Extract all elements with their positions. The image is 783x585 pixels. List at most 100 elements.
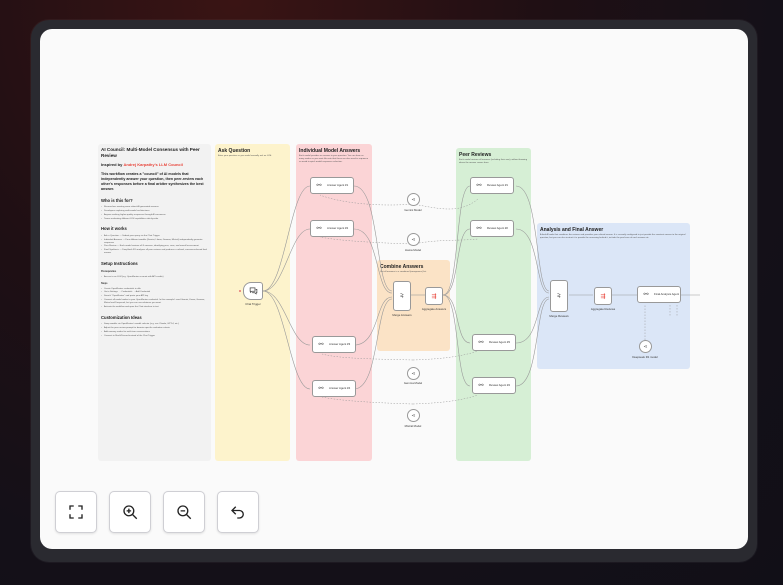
review-agent-1-node[interactable]: ⚯ Review Agent #1	[470, 177, 514, 194]
node-label: Answer Agent #3	[329, 341, 351, 346]
intro-text: AI Council: Multi-Model Consensus with P…	[101, 147, 209, 339]
list-item: Peer Review — Each model reviews all 4 a…	[101, 245, 209, 248]
inspired-prefix: Inspired by	[101, 161, 124, 167]
share-icon: ⋖	[643, 343, 648, 350]
prereq-label: Prerequisites	[101, 270, 117, 274]
list-item: Go to Settings → Credentials → Add Crede…	[101, 291, 209, 294]
list-item: Individual Answers — Four different mode…	[101, 239, 209, 245]
who-list: Researchers wanting more robust AI-gener…	[101, 206, 209, 220]
model-label: Mistral Model	[404, 424, 422, 428]
share-icon: ⋖	[411, 236, 416, 243]
node-label: Answer Agent #2	[327, 225, 349, 230]
zoom-out-button[interactable]	[163, 491, 205, 533]
fit-view-button[interactable]	[55, 491, 97, 533]
list-item: Anyone seeking higher-quality responses …	[101, 214, 209, 217]
link-icon: ⚯	[316, 183, 322, 189]
final-analysis-agent-node[interactable]: ⚯ Final Analysis Agent	[637, 286, 681, 303]
merge-reviews-node[interactable]: ⥸	[550, 280, 568, 312]
link-icon: ⚯	[478, 383, 484, 389]
aggregate-reviews-node[interactable]: ⇶	[594, 287, 612, 305]
answer-agent-3-node[interactable]: ⚯ Answer Agent #3	[312, 336, 356, 353]
model-label: Gemma Model	[403, 381, 423, 385]
list-item: Developers exploring multi-model archite…	[101, 210, 209, 213]
merge-icon: ⥸	[557, 292, 561, 299]
link-icon: ⚯	[643, 292, 649, 298]
list-item: Create OpenRouter credentials in n8n	[101, 288, 209, 291]
note-title: Analysis and Final Answer	[540, 227, 604, 233]
list-item: Adjust the peer review prompt for domain…	[101, 327, 209, 330]
gemma-model-node[interactable]: ⋖	[407, 367, 420, 380]
list-item: Swap models via OpenRouter's model selec…	[101, 323, 209, 326]
workflow-canvas[interactable]: Ask Question Enter your question as you …	[40, 29, 748, 549]
reset-zoom-button[interactable]	[217, 491, 259, 533]
node-label: Final Analysis Agent	[654, 291, 680, 296]
fit-view-icon	[69, 505, 83, 519]
zoom-in-button[interactable]	[109, 491, 151, 533]
list-item: Final Synthesis — DeepSeek R1 analyzes a…	[101, 249, 209, 255]
list-item: Connect to Slack/Discord instead of the …	[101, 335, 209, 338]
answer-agent-4-node[interactable]: ⚯ Answer Agent #4	[312, 380, 356, 397]
review-agent-2-node[interactable]: ⚯ Review Agent #2	[470, 220, 514, 237]
gemini-model-node[interactable]: ⋖	[407, 193, 420, 206]
share-icon: ⋖	[411, 370, 416, 377]
aggregate-reviews-label: Aggregate Reviews	[590, 307, 616, 311]
node-label: Answer Agent #4	[329, 385, 351, 390]
custom-list: Swap models via OpenRouter's model selec…	[101, 323, 209, 337]
steps-list: Create OpenRouter credentials in n8n Go …	[101, 288, 209, 309]
review-agent-3-node[interactable]: ⚯ Review Agent #3	[472, 334, 516, 351]
prereq-list: Access to an LLM (e.g. OpenRouter accoun…	[101, 276, 209, 279]
chat-trigger-node[interactable]	[243, 282, 263, 300]
chat-trigger-label: Chat Trigger	[245, 302, 261, 306]
inspired-link[interactable]: Andrej Karpathy's LLM Council	[123, 162, 182, 167]
how-heading: How it works	[101, 226, 127, 232]
share-icon: ⋖	[411, 412, 416, 419]
mistral-model-node[interactable]: ⋖	[407, 409, 420, 422]
merge-reviews-label: Merge Reviews	[549, 314, 569, 318]
list-item: Connect all model nodes to your OpenRout…	[101, 299, 209, 305]
answer-agent-2-node[interactable]: ⚯ Answer Agent #2	[310, 220, 354, 237]
note-desc: Each model provides an answer to your qu…	[299, 155, 369, 163]
merge-answers-node[interactable]: ⥸	[393, 281, 411, 311]
aggregate-answers-label: Aggregate Answers	[421, 307, 447, 311]
link-icon: ⚯	[478, 340, 484, 346]
note-title: Ask Question	[218, 148, 251, 154]
list-item: Activate the workflow and open the Chat …	[101, 306, 209, 309]
link-icon: ⚯	[316, 226, 322, 232]
link-icon: ⚯	[318, 386, 324, 392]
merge-icon: ⥸	[400, 292, 404, 299]
link-icon: ⚯	[476, 226, 482, 232]
undo-icon	[231, 506, 244, 519]
llama-model-node[interactable]: ⋖	[407, 233, 420, 246]
aggregate-answers-node[interactable]: ⇶	[425, 287, 443, 305]
inspired-line: Inspired by Andrej Karpathy's LLM Counci…	[101, 162, 209, 167]
answer-agent-1-node[interactable]: ⚯ Answer Agent #1	[310, 177, 354, 194]
custom-heading: Customization Ideas	[101, 314, 142, 320]
list-item: Ask a Question — Submit your query via t…	[101, 235, 209, 238]
how-list: Ask a Question — Submit your query via t…	[101, 235, 209, 255]
model-label: Llama Model	[404, 248, 421, 252]
list-item: Researchers wanting more robust AI-gener…	[101, 206, 209, 209]
merge-answers-label: Merge Answers	[392, 313, 412, 317]
share-icon: ⋖	[411, 196, 416, 203]
list-item: Add memory nodes for multi-turn conversa…	[101, 331, 209, 334]
zoom-out-icon	[177, 505, 192, 520]
node-label: Answer Agent #1	[327, 182, 349, 187]
model-label: Gemini Model	[404, 208, 422, 212]
list-item: Access to an LLM (e.g. OpenRouter accoun…	[101, 276, 209, 279]
link-icon: ⚯	[318, 342, 324, 348]
chat-icon	[249, 286, 258, 297]
node-label: Review Agent #2	[487, 225, 508, 230]
combine-answers-note: Combine Answers Get all answers in a com…	[377, 260, 450, 351]
review-agent-4-node[interactable]: ⚯ Review Agent #4	[472, 377, 516, 394]
note-title: Individual Model Answers	[299, 148, 361, 154]
list-item: Teams evaluating different LLM capabilit…	[101, 218, 209, 221]
note-title: Combine Answers	[380, 264, 424, 270]
setup-heading: Setup Instructions	[101, 261, 138, 266]
deepseek-model-node[interactable]: ⋖	[639, 340, 652, 353]
aggregate-icon: ⇶	[600, 293, 606, 300]
link-icon: ⚯	[476, 183, 482, 189]
steps-label: Steps	[101, 282, 108, 286]
note-desc: A final AI node that combines the review…	[540, 234, 686, 239]
node-label: Review Agent #1	[487, 182, 508, 187]
zoom-in-icon	[123, 505, 138, 520]
